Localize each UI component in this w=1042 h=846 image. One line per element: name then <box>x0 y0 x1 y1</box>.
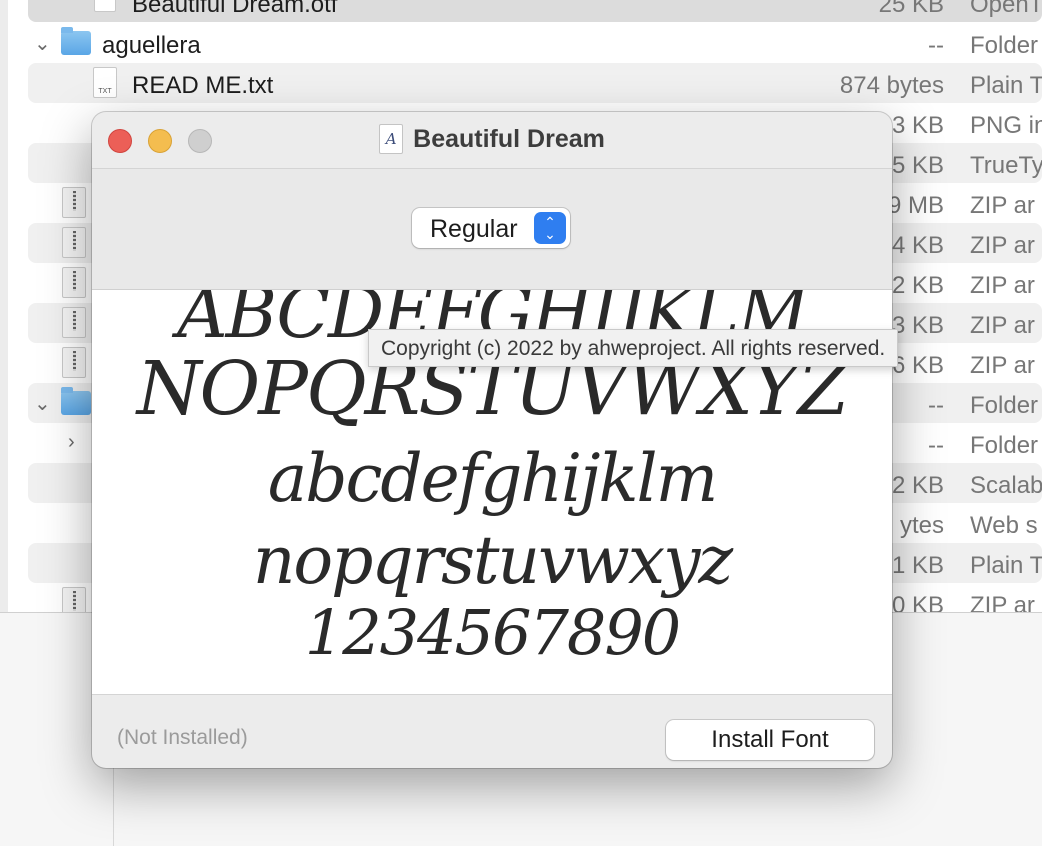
file-kind: Folder <box>970 32 1039 59</box>
file-kind: Folder <box>970 392 1039 419</box>
file-kind: Scalab <box>970 472 1042 499</box>
file-size: 3 KB <box>891 112 944 139</box>
window-title: A Beautiful Dream <box>92 124 892 154</box>
disclosure-expanded-icon[interactable]: ⌄ <box>34 391 51 416</box>
sample-numerals: 1234567890 <box>304 596 681 669</box>
file-kind: ZIP ar <box>970 272 1035 299</box>
file-size: 2 KB <box>891 472 944 499</box>
popup-arrows-icon: ⌃ ⌄ <box>534 212 566 244</box>
file-size: -- <box>928 432 944 459</box>
list-item[interactable]: ⌄ aguellera -- Folder <box>28 23 1042 63</box>
file-name: READ ME.txt <box>132 72 274 99</box>
file-size: ytes <box>899 512 944 539</box>
file-name: Beautiful Dream.otf <box>132 0 338 18</box>
zip-archive-icon <box>62 227 86 258</box>
title-bar[interactable]: A Beautiful Dream <box>92 112 892 169</box>
file-size: 874 bytes <box>839 72 944 99</box>
file-kind: Web s <box>970 512 1038 539</box>
sample-lowercase-1: abcdefghijklm <box>267 440 718 517</box>
file-size: 25 KB <box>878 0 944 18</box>
file-size: 4 KB <box>891 232 944 259</box>
zip-archive-icon <box>62 587 86 612</box>
zip-archive-icon <box>62 347 86 378</box>
file-size: 5 KB <box>891 152 944 179</box>
zip-archive-icon <box>62 267 86 298</box>
file-size: 2 KB <box>891 272 944 299</box>
file-kind: ZIP ar <box>970 352 1035 379</box>
style-popup-button[interactable]: Regular ⌃ ⌄ <box>412 208 570 248</box>
disclosure-collapsed-icon[interactable]: › <box>68 431 75 454</box>
file-kind: Plain T <box>970 72 1042 99</box>
file-size: -- <box>928 392 944 419</box>
toolbar: Regular ⌃ ⌄ <box>92 169 892 290</box>
file-kind: ZIP ar <box>970 312 1035 339</box>
sample-lowercase-2: nopqrstuvwxyz <box>252 522 733 599</box>
install-font-button[interactable]: Install Font <box>666 720 874 760</box>
font-file-icon: A <box>94 0 116 12</box>
list-item[interactable]: TXT READ ME.txt 874 bytes Plain T <box>28 63 1042 103</box>
style-popup-value: Regular <box>430 215 518 243</box>
window-title-text: Beautiful Dream <box>413 124 605 153</box>
text-file-icon: TXT <box>93 67 117 98</box>
zip-archive-icon <box>62 187 86 218</box>
file-size: 1 KB <box>891 552 944 579</box>
file-kind: Plain T <box>970 552 1042 579</box>
file-kind: Folder <box>970 432 1039 459</box>
file-kind: ZIP ar <box>970 232 1035 259</box>
font-preview-window: A Beautiful Dream Regular ⌃ ⌄ ABCDEFGHIJK… <box>92 112 892 768</box>
file-size: 3 KB <box>891 312 944 339</box>
file-size: 6 KB <box>891 352 944 379</box>
finder-sidebar-edge <box>0 0 8 612</box>
install-status: (Not Installed) <box>117 726 248 749</box>
list-item[interactable]: A Beautiful Dream.otf 25 KB OpenT <box>28 0 1042 22</box>
folder-name: aguellera <box>102 32 201 59</box>
file-kind: ZIP ar <box>970 592 1035 612</box>
disclosure-expanded-icon[interactable]: ⌄ <box>34 31 51 56</box>
folder-icon <box>61 387 91 415</box>
file-kind: TrueTy <box>970 152 1042 179</box>
file-size: -- <box>928 32 944 59</box>
file-kind: PNG in <box>970 112 1042 139</box>
file-size: 9 MB <box>887 192 944 219</box>
file-kind: OpenT <box>970 0 1042 18</box>
copyright-tooltip: Copyright (c) 2022 by ahweproject. All r… <box>368 329 899 367</box>
folder-icon <box>61 27 91 55</box>
file-size: 0 KB <box>891 592 944 612</box>
font-file-icon: A <box>379 124 404 154</box>
file-kind: ZIP ar <box>970 192 1035 219</box>
zip-archive-icon <box>62 307 86 338</box>
